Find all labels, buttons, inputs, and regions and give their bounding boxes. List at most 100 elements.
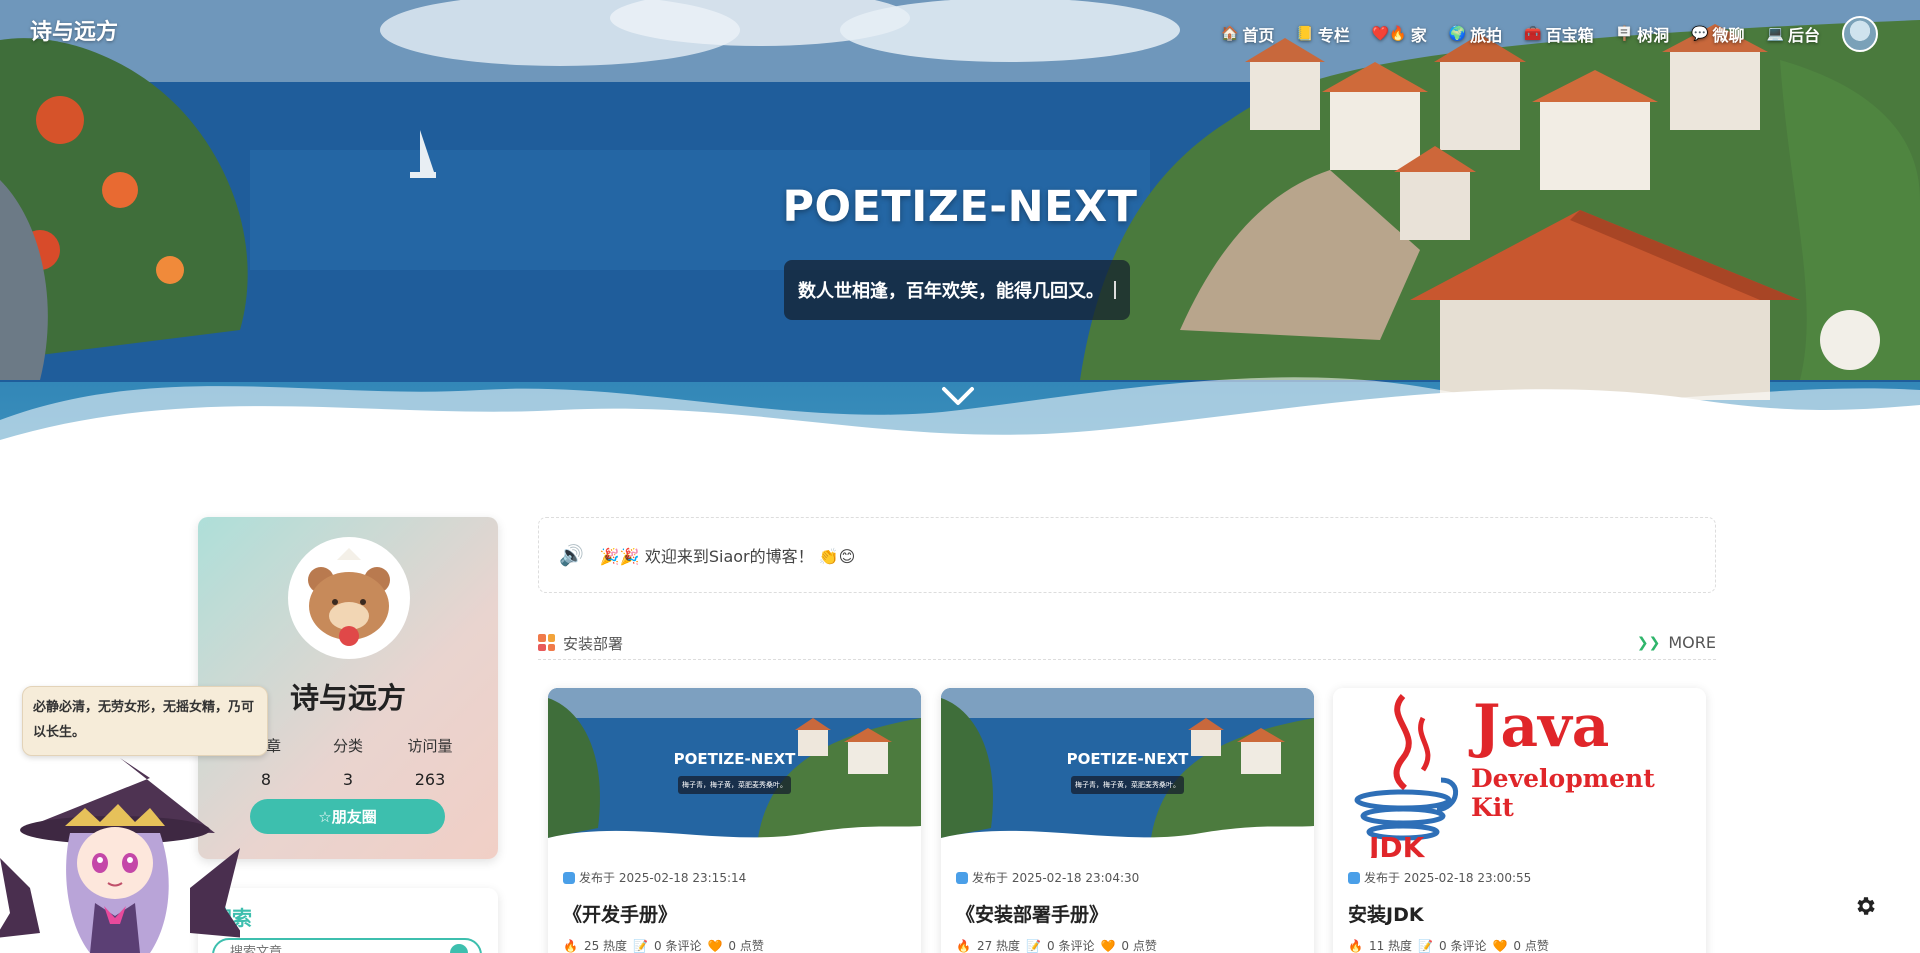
speaker-icon: 🔊: [559, 543, 584, 567]
like-count: 0 点赞: [728, 939, 764, 953]
section-title: 安装部署: [563, 635, 624, 653]
nav-treehole[interactable]: 🪧 树洞: [1616, 22, 1669, 46]
nav-admin[interactable]: 💻 后台: [1767, 22, 1820, 46]
stat-value: 3: [342, 770, 354, 789]
search-icon[interactable]: [450, 944, 468, 953]
profile-avatar[interactable]: [288, 537, 410, 659]
jdk-label: JDK: [1369, 831, 1425, 859]
signpost-icon: 🪧: [1615, 26, 1634, 42]
comment-icon: 📝: [633, 938, 648, 953]
post-title[interactable]: 《开发手册》: [563, 900, 677, 927]
nav-family[interactable]: ❤️🔥 家: [1372, 22, 1427, 46]
post-date-text: 发布于 2025-02-18 23:15:14: [579, 871, 747, 885]
thumbnail-landscape-image: [941, 688, 1314, 858]
top-navigation: 🏠 首页 📒 专栏 ❤️🔥 家 🌍 旅拍 🧰 百宝箱 🪧 树洞 💬 微聊 💻 后…: [1221, 16, 1878, 52]
nav-label: 旅拍: [1470, 26, 1503, 45]
nav-label: 微聊: [1712, 26, 1745, 45]
search-card: 搜索: [198, 888, 498, 953]
calendar-icon: [563, 871, 575, 884]
thumbnail-quote: 梅子青，梅子黄，菜肥麦秀桑叶。: [678, 776, 791, 794]
heat-count: 25 热度: [583, 939, 628, 953]
chat-bubble-icon: 💬: [1691, 26, 1709, 42]
nav-label: 树洞: [1637, 26, 1670, 45]
nav-label: 后台: [1787, 26, 1820, 45]
post-date-text: 发布于 2025-02-18 23:00:55: [1364, 871, 1532, 885]
heat-count: 27 热度: [976, 939, 1021, 953]
post-title[interactable]: 安装JDK: [1348, 900, 1424, 927]
friends-circle-button[interactable]: ☆朋友圈: [250, 799, 445, 834]
thumbnail-heading: POETIZE-NEXT: [673, 750, 796, 768]
notice-bar: 🔊 🎉🎉 欢迎来到Siaor的博客！ 👏😊: [538, 517, 1716, 593]
comment-count: 0 条评论: [654, 939, 702, 953]
globe-icon: 🌍: [1448, 26, 1467, 42]
fire-icon: 🔥: [956, 938, 971, 953]
search-input[interactable]: [230, 944, 430, 953]
stat-label: 访问量: [407, 737, 453, 755]
comment-icon: 📝: [1026, 938, 1041, 953]
post-thumbnail: POETIZE-NEXT 梅子青，梅子黄，菜肥麦秀桑叶。: [941, 688, 1314, 858]
fire-icon: 🔥: [1348, 938, 1363, 953]
hero-quote-text: 数人世相逢，百年欢笑，能得几回又。: [798, 281, 1104, 302]
hero-heading: POETIZE-NEXT: [782, 182, 1138, 232]
post-date: 发布于 2025-02-18 23:00:55: [1348, 869, 1531, 886]
heat-count: 11 热度: [1368, 939, 1413, 953]
hero-banner: 诗与远方 🏠 首页 📒 专栏 ❤️🔥 家 🌍 旅拍 🧰 百宝箱 🪧 树洞 💬 微: [0, 0, 1920, 470]
post-card[interactable]: Java Development Kit JDK 发布于 2025-02-18 …: [1333, 688, 1706, 953]
like-count: 0 点赞: [1121, 939, 1157, 953]
comment-icon: 📝: [1418, 938, 1433, 953]
comment-count: 0 条评论: [1439, 939, 1487, 953]
category-grid-icon: [538, 634, 555, 651]
calendar-icon: [1348, 871, 1360, 884]
post-stats: 🔥 27 热度 📝 0 条评论 🧡 0 点赞: [956, 937, 1157, 953]
toolbox-icon: 🧰: [1524, 26, 1542, 42]
post-card[interactable]: POETIZE-NEXT 梅子青，梅子黄，菜肥麦秀桑叶。 发布于 2025-02…: [548, 688, 921, 953]
comment-count: 0 条评论: [1047, 939, 1095, 953]
home-icon: 🏠: [1220, 26, 1239, 42]
like-count: 0 点赞: [1513, 939, 1549, 953]
post-thumbnail: Java Development Kit JDK: [1333, 688, 1706, 858]
heart-icon: 🧡: [707, 938, 723, 953]
thumbnail-heading: POETIZE-NEXT: [1066, 750, 1189, 768]
laptop-icon: 💻: [1766, 26, 1784, 42]
calendar-icon: [956, 871, 968, 884]
notebook-icon: 📒: [1296, 26, 1314, 42]
heart-icon: 🧡: [1492, 938, 1508, 953]
user-avatar[interactable]: [1842, 16, 1878, 52]
stat-visits: 访问量 263: [390, 735, 470, 789]
thumbnail-quote: 梅子青，梅子黄，菜肥麦秀桑叶。: [1071, 776, 1184, 794]
chevron-down-icon[interactable]: [940, 384, 976, 408]
gear-icon[interactable]: [1853, 894, 1877, 918]
nav-travel[interactable]: 🌍 旅拍: [1449, 22, 1502, 46]
nav-label: 家: [1410, 26, 1427, 45]
bear-avatar-image: [291, 540, 407, 656]
post-date: 发布于 2025-02-18 23:15:14: [563, 869, 746, 886]
nav-toolbox[interactable]: 🧰 百宝箱: [1524, 22, 1593, 46]
nav-label: 专栏: [1317, 26, 1350, 45]
stat-label: 分类: [332, 737, 363, 755]
site-title[interactable]: 诗与远方: [30, 14, 118, 46]
section-header: 安装部署 ❯❯ MORE: [538, 630, 1716, 660]
double-chevron-right-icon: ❯❯: [1636, 634, 1661, 651]
stat-categories[interactable]: 分类 3: [308, 735, 388, 789]
nav-label: 百宝箱: [1545, 26, 1594, 45]
post-thumbnail: POETIZE-NEXT 梅子青，梅子黄，菜肥麦秀桑叶。: [548, 688, 921, 858]
nav-home[interactable]: 🏠 首页: [1221, 22, 1274, 46]
more-link[interactable]: ❯❯ MORE: [1637, 633, 1716, 652]
typing-cursor: [1114, 281, 1116, 299]
java-wordmark: Java: [1473, 692, 1610, 760]
mascot-character[interactable]: [0, 738, 240, 953]
post-date: 发布于 2025-02-18 23:04:30: [956, 869, 1139, 886]
stat-value: 263: [414, 770, 446, 789]
post-title[interactable]: 《安装部署手册》: [956, 900, 1108, 927]
search-box[interactable]: [212, 938, 482, 953]
nav-label: 首页: [1242, 26, 1275, 45]
nav-column[interactable]: 📒 专栏: [1296, 22, 1349, 46]
heart-icon: 🧡: [1100, 938, 1116, 953]
more-label: MORE: [1668, 633, 1716, 652]
java-subtitle: Development Kit: [1471, 764, 1655, 822]
post-stats: 🔥 11 热度 📝 0 条评论 🧡 0 点赞: [1348, 937, 1549, 953]
hero-quote-box: 数人世相逢，百年欢笑，能得几回又。: [784, 260, 1130, 320]
nav-chat[interactable]: 💬 微聊: [1691, 22, 1744, 46]
post-card[interactable]: POETIZE-NEXT 梅子青，梅子黄，菜肥麦秀桑叶。 发布于 2025-02…: [941, 688, 1314, 953]
heart-fire-icon: ❤️🔥: [1371, 26, 1407, 42]
